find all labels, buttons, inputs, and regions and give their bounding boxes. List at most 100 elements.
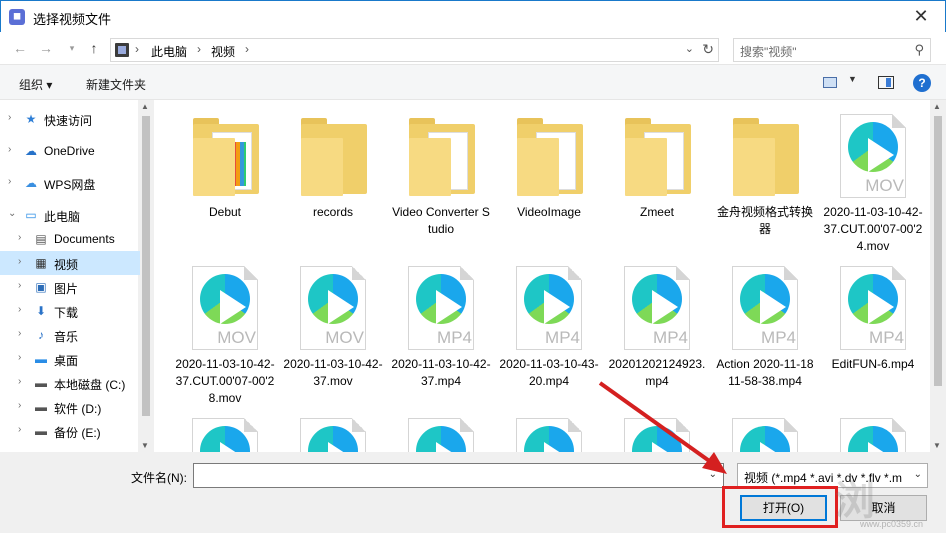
expand-chevron-icon[interactable]: › xyxy=(18,280,21,291)
file-name-label: records xyxy=(312,205,353,219)
video-file-item[interactable] xyxy=(283,408,383,452)
expand-chevron-icon[interactable]: › xyxy=(8,112,11,123)
folder-item[interactable]: Debut xyxy=(175,104,275,254)
close-icon[interactable]: ✕ xyxy=(903,1,939,31)
forward-arrow-icon[interactable]: → xyxy=(36,38,56,58)
video-file-item[interactable]: MP4 2020-11-03-10-43-20.mp4 xyxy=(499,256,599,406)
sidebar-item[interactable]: › ⬇ 下载 xyxy=(0,299,140,323)
folder-item[interactable]: 金舟视频格式转换器 xyxy=(715,104,815,254)
up-arrow-icon[interactable]: ↑ xyxy=(84,38,104,58)
folder-icon xyxy=(406,112,476,200)
video-file-item[interactable] xyxy=(823,408,923,452)
annotation-highlight-box xyxy=(722,486,838,528)
file-type-select[interactable]: 视频 (*.mp4 *.avi *.dv *.flv *.m ⌄ xyxy=(737,463,928,488)
file-list-scrollbar[interactable]: ▲ ▼ xyxy=(930,100,946,452)
search-icon[interactable]: ⚲ xyxy=(914,42,924,58)
sidebar-item[interactable]: ⌄ ▭ 此电脑 xyxy=(0,203,140,227)
expand-chevron-icon[interactable]: › xyxy=(18,232,21,243)
sidebar-item[interactable]: › ★ 快速访问 xyxy=(0,107,140,131)
video-file-item[interactable] xyxy=(175,408,275,452)
preview-pane-icon[interactable] xyxy=(878,76,894,89)
sidebar-item-label: Documents xyxy=(54,232,115,246)
view-options-icon[interactable] xyxy=(823,77,837,88)
sidebar-item[interactable]: › ♪ 音乐 xyxy=(0,323,140,347)
video-file-item[interactable] xyxy=(499,408,599,452)
file-type-dropdown-icon[interactable]: ⌄ xyxy=(914,469,922,480)
expand-chevron-icon[interactable]: › xyxy=(18,400,21,411)
sidebar-item[interactable]: › ▬ 备份 (E:) xyxy=(0,419,140,443)
expand-chevron-icon[interactable]: › xyxy=(18,376,21,387)
video-file-item[interactable]: MP4 Action 2020-11-18 11-58-38.mp4 xyxy=(715,256,815,406)
video-file-item[interactable]: MP4 20201202124923.mp4 xyxy=(607,256,707,406)
scroll-up-icon[interactable]: ▲ xyxy=(933,102,941,111)
expand-chevron-icon[interactable]: › xyxy=(8,144,11,155)
breadcrumb-separator[interactable]: › xyxy=(245,42,249,56)
refresh-icon[interactable]: ↻ xyxy=(702,41,714,58)
help-icon[interactable]: ? xyxy=(913,74,931,92)
expand-chevron-icon[interactable]: › xyxy=(18,304,21,315)
folder-item[interactable]: Video Converter Studio xyxy=(391,104,491,254)
view-dropdown-icon[interactable]: ▼ xyxy=(848,74,857,84)
expand-chevron-icon[interactable]: › xyxy=(18,256,21,267)
sidebar-item[interactable]: › ▦ 视频 xyxy=(0,251,140,275)
sidebar-item[interactable]: › ☁ WPS网盘 xyxy=(0,171,140,195)
file-extension-label: MOV xyxy=(325,328,364,347)
document-icon: ▤ xyxy=(35,232,47,246)
address-bar[interactable]: › 此电脑 › 视频 › ⌄ ↻ xyxy=(110,38,719,62)
video-file-item[interactable] xyxy=(607,408,707,452)
breadcrumb-separator[interactable]: › xyxy=(135,42,139,56)
video-file-item[interactable]: MP4 EditFUN-6.mp4 xyxy=(823,256,923,406)
sidebar-scrollbar[interactable]: ▲ ▼ xyxy=(138,100,154,452)
video-file-item[interactable] xyxy=(715,408,815,452)
scroll-down-icon[interactable]: ▼ xyxy=(933,441,941,450)
filename-field[interactable]: ⌄ xyxy=(193,463,724,488)
expand-chevron-icon[interactable]: › xyxy=(8,176,11,187)
organize-menu-button[interactable]: 组织 ▾ xyxy=(19,76,52,93)
address-dropdown-icon[interactable]: ⌄ xyxy=(685,42,694,55)
expand-chevron-icon[interactable]: › xyxy=(18,328,21,339)
file-extension-label: MP4 xyxy=(653,328,688,347)
sidebar-item[interactable]: › ☁ OneDrive xyxy=(0,139,140,163)
video-folder-icon: ▦ xyxy=(35,256,47,270)
sidebar-item-label: 此电脑 xyxy=(44,210,81,224)
video-file-item[interactable]: MOV 2020-11-03-10-42-37.CUT.00'07-00'28.m… xyxy=(175,256,275,406)
sidebar-item[interactable]: › ▬ 桌面 xyxy=(0,347,140,371)
folder-item[interactable]: Zmeet xyxy=(607,104,707,254)
navigation-pane: ▲ ▼ › ★ 快速访问 › ☁ OneDrive › ☁ WPS网盘 ⌄ ▭ 此电脑 › ▤ Docume… xyxy=(0,100,154,452)
scroll-down-icon[interactable]: ▼ xyxy=(141,441,149,450)
new-folder-button[interactable]: 新建文件夹 xyxy=(86,76,146,93)
expand-chevron-icon[interactable]: › xyxy=(18,424,21,435)
sidebar-item[interactable]: › ▬ 本地磁盘 (C:) xyxy=(0,371,140,395)
video-file-item[interactable] xyxy=(391,408,491,452)
sidebar-item[interactable]: › ▣ 图片 xyxy=(0,275,140,299)
file-name-label: 2020-11-03-10-42-37.CUT.00'07-00'24.mov xyxy=(823,205,923,253)
desktop-icon: ▬ xyxy=(35,352,47,366)
expand-chevron-icon[interactable]: ⌄ xyxy=(8,208,16,219)
search-input[interactable]: 搜索"视频" ⚲ xyxy=(733,38,931,62)
sidebar-item[interactable]: › ▬ 软件 (D:) xyxy=(0,395,140,419)
recent-locations-chevron-icon[interactable]: ▾ xyxy=(62,38,82,58)
breadcrumb-videos[interactable]: 视频 xyxy=(211,43,235,60)
navigation-bar: ← → ▾ ↑ › 此电脑 › 视频 › ⌄ ↻ 搜索"视频" ⚲ xyxy=(0,32,946,64)
video-file-item[interactable]: MOV 2020-11-03-10-42-37.CUT.00'07-00'24.m… xyxy=(823,104,923,254)
breadcrumb-this-pc[interactable]: 此电脑 xyxy=(151,43,187,60)
file-list: Debut records Video Converter Studio VideoI… xyxy=(155,100,930,452)
expand-chevron-icon[interactable]: › xyxy=(18,352,21,363)
video-file-item[interactable]: MOV 2020-11-03-10-42-37.mov xyxy=(283,256,383,406)
file-name-label: 2020-11-03-10-42-37.mov xyxy=(283,357,383,388)
sidebar-item-label: 快速访问 xyxy=(44,114,93,128)
folder-icon xyxy=(514,112,584,200)
video-file-icon: MP4 xyxy=(730,264,800,352)
file-name-label: Video Converter Studio xyxy=(392,205,490,236)
video-file-icon xyxy=(622,416,692,452)
file-list-scroll-thumb[interactable] xyxy=(934,116,942,386)
filename-dropdown-icon[interactable]: ⌄ xyxy=(709,469,717,480)
scroll-up-icon[interactable]: ▲ xyxy=(141,102,149,111)
video-file-item[interactable]: MP4 2020-11-03-10-42-37.mp4 xyxy=(391,256,491,406)
folder-item[interactable]: records xyxy=(283,104,383,254)
sidebar-scroll-thumb[interactable] xyxy=(142,116,150,416)
folder-item[interactable]: VideoImage xyxy=(499,104,599,254)
sidebar-item[interactable]: › ▤ Documents xyxy=(0,227,140,251)
breadcrumb-separator[interactable]: › xyxy=(197,42,201,56)
back-arrow-icon[interactable]: ← xyxy=(10,38,30,58)
